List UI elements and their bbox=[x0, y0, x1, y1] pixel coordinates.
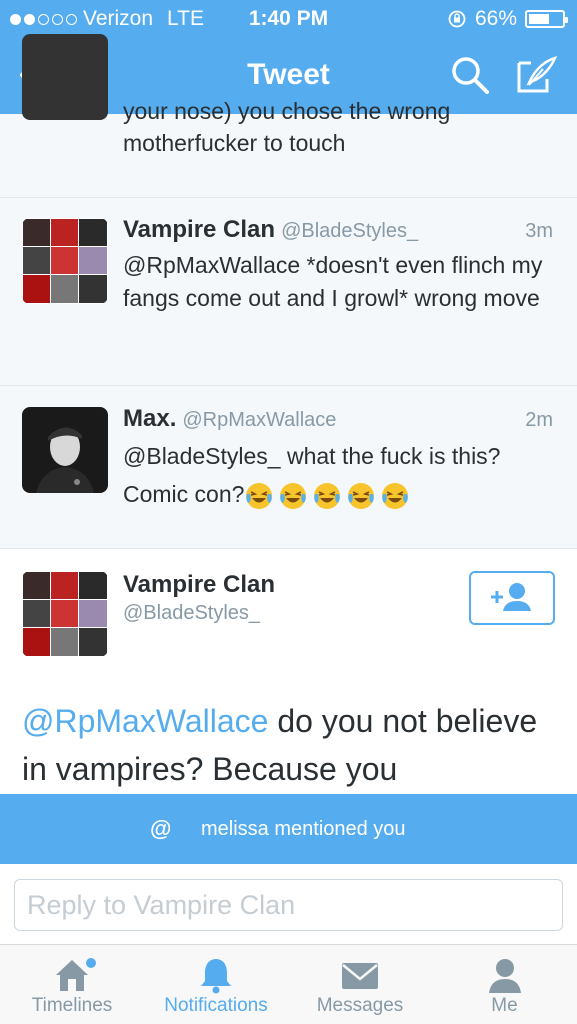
tweet-detail: Vampire Clan @BladeStyles_ @RpMaxWallace… bbox=[0, 549, 577, 794]
tab-label: Notifications bbox=[164, 995, 268, 1016]
avatar-vampire-clan[interactable] bbox=[22, 571, 108, 657]
search-icon[interactable] bbox=[450, 55, 490, 95]
avatar bbox=[22, 34, 108, 120]
add-user-icon bbox=[491, 583, 531, 611]
author-handle: @BladeStyles_ bbox=[281, 220, 419, 242]
collage-avatar-icon bbox=[22, 218, 108, 304]
status-right: 66% bbox=[447, 7, 568, 31]
detail-tweet-text: @RpMaxWallace do you not believe in vamp… bbox=[22, 697, 562, 793]
profile-photo-icon bbox=[22, 407, 108, 493]
tweet-time: 2m bbox=[525, 409, 553, 431]
envelope-icon bbox=[342, 963, 378, 989]
rotation-lock-icon bbox=[448, 10, 466, 28]
laughing-tears-emoji-icon bbox=[348, 482, 375, 509]
collage-avatar-icon bbox=[22, 571, 108, 657]
avatar-vampire-clan[interactable] bbox=[22, 218, 108, 304]
tweet-item[interactable]: Vampire Clan @BladeStyles_ 3m @RpMaxWalla… bbox=[0, 198, 577, 386]
author-name: Vampire Clan bbox=[123, 216, 276, 243]
unread-dot bbox=[86, 958, 96, 968]
tab-label: Me bbox=[491, 995, 518, 1016]
tweet-text-clipped: your nose) you chose the wrong bbox=[123, 98, 451, 124]
partial-tweet[interactable]: your nose) you chose the wrong motherfuc… bbox=[0, 34, 577, 198]
laughing-tears-emoji-icon bbox=[280, 482, 307, 509]
detail-author-name[interactable]: Vampire Clan bbox=[123, 571, 275, 599]
tab-bar: Timelines Notifications Messages Me bbox=[0, 944, 577, 1024]
home-icon bbox=[56, 958, 96, 991]
status-bar: Verizon LTE 1:40 PM 66% bbox=[0, 0, 577, 38]
follow-button[interactable] bbox=[469, 571, 555, 625]
battery-label: 66% bbox=[474, 7, 517, 30]
tweet-time: 3m bbox=[525, 220, 553, 242]
tab-timelines[interactable]: Timelines bbox=[0, 945, 144, 1024]
laughing-tears-emoji-icon bbox=[246, 482, 273, 509]
tab-messages[interactable]: Messages bbox=[288, 945, 432, 1024]
author-handle: @RpMaxWallace bbox=[182, 409, 337, 431]
notification-text: melissa mentioned you bbox=[201, 818, 406, 840]
mention-notification-banner[interactable]: @ melissa mentioned you bbox=[0, 794, 577, 864]
tweet-text: motherfucker to touch bbox=[123, 130, 346, 156]
tweet-text: @BladeStyles_ what the fuck is this? Com… bbox=[123, 437, 563, 513]
tweet-author[interactable]: Vampire Clan @BladeStyles_ bbox=[123, 216, 418, 244]
emoji-group bbox=[244, 481, 414, 509]
tweet-author[interactable]: Max. @RpMaxWallace bbox=[123, 405, 336, 433]
bell-icon bbox=[201, 959, 231, 994]
reply-bar bbox=[0, 864, 577, 944]
tweet-text: @RpMaxWallace *doesn't even flinch my fa… bbox=[123, 252, 543, 311]
tab-label: Timelines bbox=[31, 995, 113, 1016]
mention-link[interactable]: @RpMaxWallace bbox=[22, 703, 268, 739]
detail-author-handle[interactable]: @BladeStyles_ bbox=[123, 602, 260, 625]
tweet-detail-screen: Verizon LTE 1:40 PM 66% Tweet your nose)… bbox=[0, 0, 577, 1024]
laughing-tears-emoji-icon bbox=[314, 482, 341, 509]
person-icon bbox=[488, 959, 521, 993]
tab-label: Messages bbox=[316, 995, 404, 1016]
battery-icon bbox=[525, 10, 568, 28]
at-icon: @ bbox=[150, 816, 172, 841]
tab-notifications[interactable]: Notifications bbox=[144, 945, 288, 1024]
author-name: Max. bbox=[123, 405, 177, 432]
laughing-tears-emoji-icon bbox=[382, 482, 409, 509]
tab-me[interactable]: Me bbox=[432, 945, 577, 1024]
tweet-item[interactable]: Max. @RpMaxWallace 2m @BladeStyles_ what … bbox=[0, 386, 577, 549]
avatar-max[interactable] bbox=[22, 407, 108, 493]
compose-icon[interactable] bbox=[515, 55, 559, 95]
reply-input[interactable] bbox=[14, 879, 563, 931]
